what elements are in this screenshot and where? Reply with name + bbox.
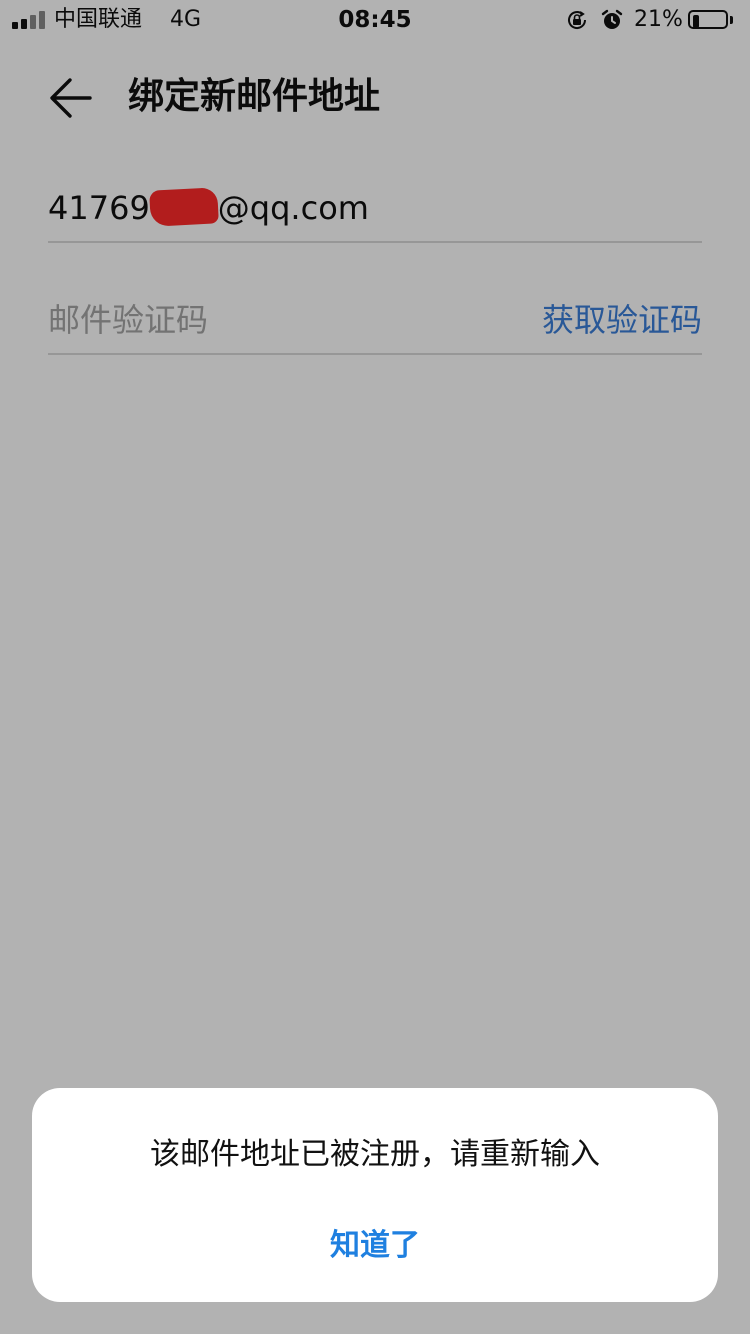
dialog-message: 该邮件地址已被注册，请重新输入	[150, 1137, 600, 1172]
screen: 中国联通 4G 08:45 21% 绑定新邮件地址 41769 @qq.com 邮…	[0, 0, 750, 1334]
dialog-confirm-button[interactable]: 知道了	[275, 1218, 475, 1274]
alert-dialog: 该邮件地址已被注册，请重新输入 知道了	[32, 1088, 718, 1302]
